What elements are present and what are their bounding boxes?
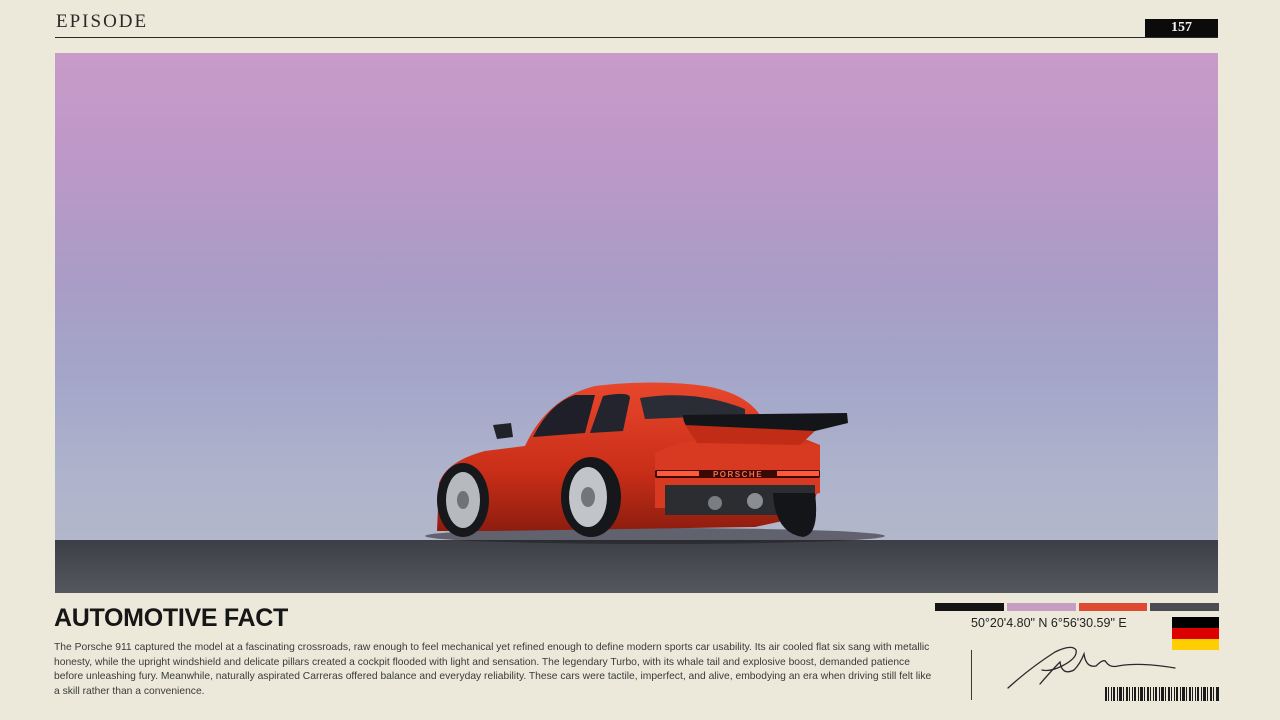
car: PORSCHE xyxy=(437,382,848,537)
signature-divider xyxy=(971,650,972,700)
palette-swatch-black xyxy=(935,603,1004,611)
plate-text: PORSCHE xyxy=(713,470,763,479)
fact-body: The Porsche 911 captured the model at a … xyxy=(54,642,932,697)
color-palette xyxy=(935,603,1219,611)
palette-swatch-lilac xyxy=(1006,603,1076,611)
episode-label: EPISODE xyxy=(56,11,149,32)
barcode xyxy=(1105,687,1219,701)
palette-swatch-grey xyxy=(1150,603,1219,611)
header-rule xyxy=(55,37,1218,38)
palette-swatch-red xyxy=(1078,603,1148,611)
episode-number-badge: 157 xyxy=(1145,19,1218,37)
hero-photo: PORSCHE xyxy=(55,53,1218,593)
ground xyxy=(55,540,1218,593)
car-illustration: PORSCHE xyxy=(55,382,1218,593)
fact-title: AUTOMOTIVE FACT xyxy=(54,604,288,632)
gps-coordinates: 50°20'4.80" N 6°56'30.59" E xyxy=(971,616,1127,630)
